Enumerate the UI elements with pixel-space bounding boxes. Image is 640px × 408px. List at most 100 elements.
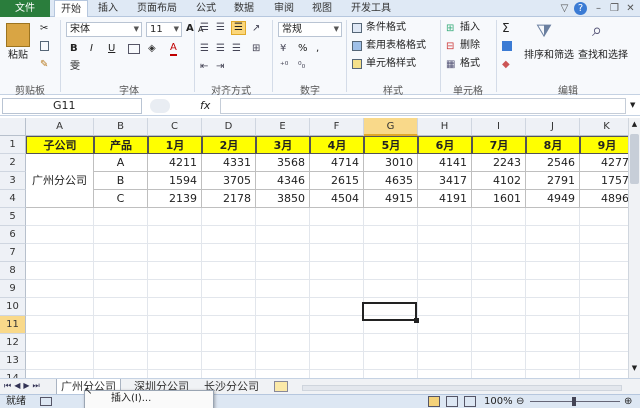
page-break-view-icon[interactable] xyxy=(464,396,476,407)
grid-cell[interactable] xyxy=(472,334,526,352)
grid-cell[interactable] xyxy=(526,262,580,280)
grow-font-button[interactable]: A xyxy=(186,22,194,36)
paste-icon[interactable] xyxy=(6,23,30,47)
grid-cell[interactable] xyxy=(94,316,148,334)
value-cell[interactable]: 4915 xyxy=(364,190,418,208)
tab-page-layout[interactable]: 页面布局 xyxy=(130,0,184,17)
font-name-select[interactable]: 宋体 ▼ xyxy=(66,22,142,37)
expand-formula-icon[interactable]: ▼ xyxy=(630,101,635,109)
grid-cell[interactable] xyxy=(364,280,418,298)
value-cell[interactable]: 1757 xyxy=(580,172,628,190)
align-middle-icon[interactable]: ☰ xyxy=(216,23,225,33)
header-cell[interactable]: 8月 xyxy=(526,136,580,154)
grid-cell[interactable] xyxy=(580,280,628,298)
grid-cell[interactable] xyxy=(526,370,580,378)
grid-cell[interactable] xyxy=(418,370,472,378)
grid-cell[interactable] xyxy=(94,262,148,280)
grid-cell[interactable] xyxy=(202,370,256,378)
header-cell[interactable]: 产品 xyxy=(94,136,148,154)
grid-cell[interactable] xyxy=(256,334,310,352)
grid-cell[interactable] xyxy=(310,298,364,316)
tab-data[interactable]: 数据 xyxy=(228,0,260,17)
scroll-up-icon[interactable]: ▲ xyxy=(630,120,639,130)
grid-cell[interactable] xyxy=(26,298,94,316)
row-header-11[interactable]: 11 xyxy=(0,316,26,334)
value-cell[interactable]: 4714 xyxy=(310,154,364,172)
increase-indent-icon[interactable]: ⇥ xyxy=(216,61,224,72)
font-size-select[interactable]: 11 ▼ xyxy=(146,22,182,37)
row-header-3[interactable]: 3 xyxy=(0,172,26,190)
currency-icon[interactable]: ¥ xyxy=(280,43,286,54)
grid-cell[interactable] xyxy=(148,244,202,262)
align-top-icon[interactable]: ☰ xyxy=(200,23,209,33)
zoom-out-icon[interactable]: ⊖ xyxy=(516,395,524,408)
column-header-E[interactable]: E xyxy=(256,118,310,136)
increase-decimal-icon[interactable]: ⁺⁰ xyxy=(280,61,288,71)
grid-cell[interactable] xyxy=(202,244,256,262)
grid-cell[interactable] xyxy=(364,352,418,370)
header-cell[interactable]: 1月 xyxy=(148,136,202,154)
grid-cell[interactable] xyxy=(310,226,364,244)
format-painter-icon[interactable]: ✎ xyxy=(40,59,48,70)
delete-cells-icon[interactable]: ⊟ xyxy=(446,41,454,52)
grid-cell[interactable] xyxy=(418,226,472,244)
value-cell[interactable]: 4102 xyxy=(472,172,526,190)
context-menu-insert[interactable]: 插入(I)... xyxy=(111,393,151,404)
insert-cells-button[interactable]: 插入 xyxy=(460,21,480,35)
grid-cell[interactable] xyxy=(26,262,94,280)
grid-cell[interactable] xyxy=(26,226,94,244)
conditional-format-button[interactable]: 条件格式 xyxy=(366,21,406,35)
grid-cell[interactable] xyxy=(472,352,526,370)
phonetic-button[interactable]: 雯 xyxy=(70,60,80,74)
grid-cell[interactable] xyxy=(580,352,628,370)
namebox-dropdown-icon[interactable] xyxy=(150,99,170,113)
row-header-4[interactable]: 4 xyxy=(0,190,26,208)
product-cell[interactable]: B xyxy=(94,172,148,190)
paste-button[interactable]: 粘贴 xyxy=(8,49,28,63)
column-header-F[interactable]: F xyxy=(310,118,364,136)
cell-styles-icon[interactable] xyxy=(352,59,362,69)
value-cell[interactable]: 4141 xyxy=(418,154,472,172)
value-cell[interactable]: 3417 xyxy=(418,172,472,190)
number-format-select[interactable]: 常规 ▼ xyxy=(278,22,342,37)
grid-cell[interactable] xyxy=(148,370,202,378)
conditional-format-icon[interactable] xyxy=(352,23,362,33)
grid-cell[interactable] xyxy=(580,370,628,378)
grid-cell[interactable] xyxy=(26,244,94,262)
value-cell[interactable]: 2615 xyxy=(310,172,364,190)
company-cell[interactable]: 广州分公司 xyxy=(26,154,94,208)
grid-cell[interactable] xyxy=(202,298,256,316)
sort-filter-icon[interactable]: ⧩ xyxy=(536,23,552,41)
minimize-icon[interactable]: – xyxy=(592,2,605,15)
collapse-ribbon-icon[interactable]: ▽ xyxy=(558,2,571,15)
grid-cell[interactable] xyxy=(202,316,256,334)
grid-cell[interactable] xyxy=(418,244,472,262)
grid-cell[interactable] xyxy=(418,316,472,334)
cell-styles-button[interactable]: 单元格样式 xyxy=(366,57,416,71)
grid-cell[interactable] xyxy=(472,262,526,280)
column-header-C[interactable]: C xyxy=(148,118,202,136)
sort-filter-button[interactable]: 排序和筛选 xyxy=(524,49,574,63)
grid-cell[interactable] xyxy=(580,262,628,280)
grid-cell[interactable] xyxy=(364,208,418,226)
header-cell[interactable]: 2月 xyxy=(202,136,256,154)
value-cell[interactable]: 2178 xyxy=(202,190,256,208)
header-cell[interactable]: 4月 xyxy=(310,136,364,154)
grid-cell[interactable] xyxy=(148,280,202,298)
cut-icon[interactable]: ✂ xyxy=(40,23,48,34)
grid-cell[interactable] xyxy=(472,298,526,316)
header-cell[interactable]: 7月 xyxy=(472,136,526,154)
grid-cell[interactable] xyxy=(472,316,526,334)
grid-cell[interactable] xyxy=(94,226,148,244)
grid-cell[interactable] xyxy=(256,208,310,226)
grid-cell[interactable] xyxy=(526,280,580,298)
grid-cell[interactable] xyxy=(364,244,418,262)
grid-cell[interactable] xyxy=(580,298,628,316)
grid-cell[interactable] xyxy=(256,244,310,262)
grid-cell[interactable] xyxy=(310,262,364,280)
comma-button[interactable]: , xyxy=(316,42,319,56)
value-cell[interactable]: 2243 xyxy=(472,154,526,172)
horizontal-scrollbar[interactable] xyxy=(302,385,622,391)
grid-cell[interactable] xyxy=(26,334,94,352)
value-cell[interactable]: 2546 xyxy=(526,154,580,172)
